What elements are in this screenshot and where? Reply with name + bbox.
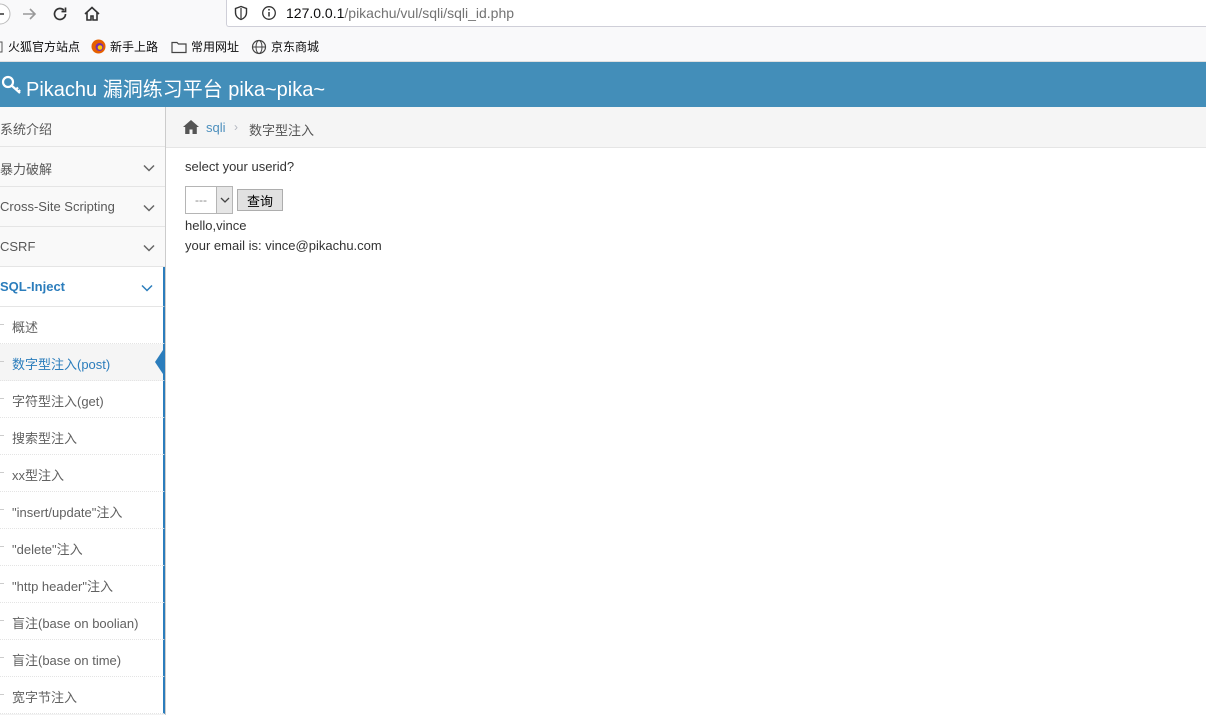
chevron-down-icon	[143, 241, 155, 256]
chevron-down-icon	[141, 281, 153, 296]
sub-item-wide-byte[interactable]: 宽字节注入	[0, 677, 165, 714]
key-icon	[1, 75, 23, 98]
home-icon	[84, 6, 100, 21]
back-arrow-icon	[0, 3, 11, 25]
url-path: /pikachu/vul/sqli/sqli_id.php	[344, 5, 515, 21]
select-prompt: select your userid?	[185, 159, 295, 174]
sub-item-label: 字符型注入(get)	[12, 394, 104, 409]
select-value: ---	[195, 193, 207, 207]
sidebar-item-brute-force[interactable]: 暴力破解	[0, 147, 165, 187]
sub-item-label: "insert/update"注入	[12, 505, 123, 520]
sub-item-http-header-injection[interactable]: "http header"注入	[0, 566, 165, 603]
reload-button[interactable]	[48, 2, 72, 26]
sub-item-insert-update-injection[interactable]: "insert/update"注入	[0, 492, 165, 529]
breadcrumb-link-sqli[interactable]: sqli	[206, 120, 226, 135]
bookmark-label: 常用网址	[191, 40, 240, 54]
reload-icon	[53, 7, 67, 21]
result-email: your email is: vince@pikachu.com	[185, 238, 382, 253]
forward-arrow-icon	[23, 8, 37, 20]
sub-item-numeric-injection[interactable]: 数字型注入(post)	[0, 344, 165, 381]
sidebar-item-label: CSRF	[0, 239, 36, 254]
bookmark-label: 新手上路	[110, 40, 159, 54]
sidebar-item-system-intro[interactable]: 系统介绍	[0, 107, 165, 147]
breadcrumb-current: 数字型注入	[249, 123, 315, 138]
sidebar-item-sql-inject[interactable]: SQL-Inject	[0, 267, 165, 307]
tracking-shield-icon[interactable]	[233, 5, 249, 24]
sub-item-label: 数字型注入(post)	[12, 357, 111, 372]
sub-item-label: 盲注(base on time)	[12, 653, 122, 668]
breadcrumb: sqli › 数字型注入	[166, 107, 1206, 148]
sub-item-label: 宽字节注入	[12, 690, 78, 705]
site-info-icon[interactable]	[261, 5, 277, 24]
sidebar-item-label: SQL-Inject	[0, 279, 66, 294]
bookmark-label: 火狐官方站点	[8, 40, 81, 54]
chevron-down-icon	[143, 201, 155, 216]
sidebar: 系统介绍 暴力破解 Cross-Site Scripting CSRF SQL-…	[0, 107, 166, 715]
sub-item-label: xx型注入	[12, 468, 65, 483]
chevron-right-icon: ›	[234, 120, 238, 134]
url-bar[interactable]: 127.0.0.1/pikachu/vul/sqli/sqli_id.php	[226, 0, 1206, 27]
home-icon	[182, 119, 200, 138]
chevron-down-icon	[143, 161, 155, 176]
sidebar-item-label: 暴力破解	[0, 162, 53, 177]
sub-item-label: "delete"注入	[12, 542, 83, 557]
url-text[interactable]: 127.0.0.1/pikachu/vul/sqli/sqli_id.php	[286, 5, 514, 21]
active-pointer-icon	[155, 347, 165, 377]
sub-item-overview[interactable]: 概述	[0, 307, 165, 344]
back-button[interactable]	[0, 2, 12, 26]
sidebar-item-xss[interactable]: Cross-Site Scripting	[0, 187, 165, 227]
forward-button[interactable]	[17, 2, 41, 26]
sub-item-delete-injection[interactable]: "delete"注入	[0, 529, 165, 566]
sidebar-item-label: 系统介绍	[0, 122, 53, 137]
sub-item-blind-time[interactable]: 盲注(base on time)	[0, 640, 165, 677]
sub-item-search-injection[interactable]: 搜索型注入	[0, 418, 165, 455]
globe-icon	[251, 39, 267, 55]
home-button[interactable]	[80, 2, 104, 26]
sidebar-item-label: Cross-Site Scripting	[0, 199, 115, 214]
sub-item-xx-injection[interactable]: xx型注入	[0, 455, 165, 492]
bookmark-jd-mall[interactable]: 京东商城	[251, 38, 319, 55]
bookmark-label: 京东商城	[271, 40, 320, 54]
app-header: Pikachu 漏洞练习平台 pika~pika~	[0, 62, 1206, 107]
url-host: 127.0.0.1	[286, 5, 345, 21]
bookmark-common-sites[interactable]: 常用网址	[171, 38, 239, 55]
sidebar-item-csrf[interactable]: CSRF	[0, 227, 165, 267]
folder-icon	[171, 40, 187, 54]
userid-select[interactable]: ---	[185, 186, 233, 214]
sub-item-string-injection[interactable]: 字符型注入(get)	[0, 381, 165, 418]
firefox-icon	[91, 39, 106, 54]
query-button[interactable]: 查询	[237, 189, 283, 211]
browser-toolbar: 127.0.0.1/pikachu/vul/sqli/sqli_id.php	[0, 0, 1206, 28]
bookmarks-bar: 火狐官方站点 新手上路 常用网址 京东商城	[0, 28, 1206, 62]
sub-item-label: 概述	[12, 320, 39, 335]
bookmark-firefox-official[interactable]: 火狐官方站点	[0, 38, 80, 55]
sub-item-label: 搜索型注入	[12, 431, 78, 446]
sub-item-label: 盲注(base on boolian)	[12, 616, 139, 631]
sub-item-blind-boolean[interactable]: 盲注(base on boolian)	[0, 603, 165, 640]
dropdown-arrow-icon[interactable]	[216, 187, 232, 213]
result-greeting: hello,vince	[185, 218, 247, 233]
page-icon	[0, 41, 4, 53]
app-title[interactable]: Pikachu 漏洞练习平台 pika~pika~	[26, 73, 325, 102]
sub-item-label: "http header"注入	[12, 579, 114, 594]
bookmark-getting-started[interactable]: 新手上路	[91, 38, 158, 55]
